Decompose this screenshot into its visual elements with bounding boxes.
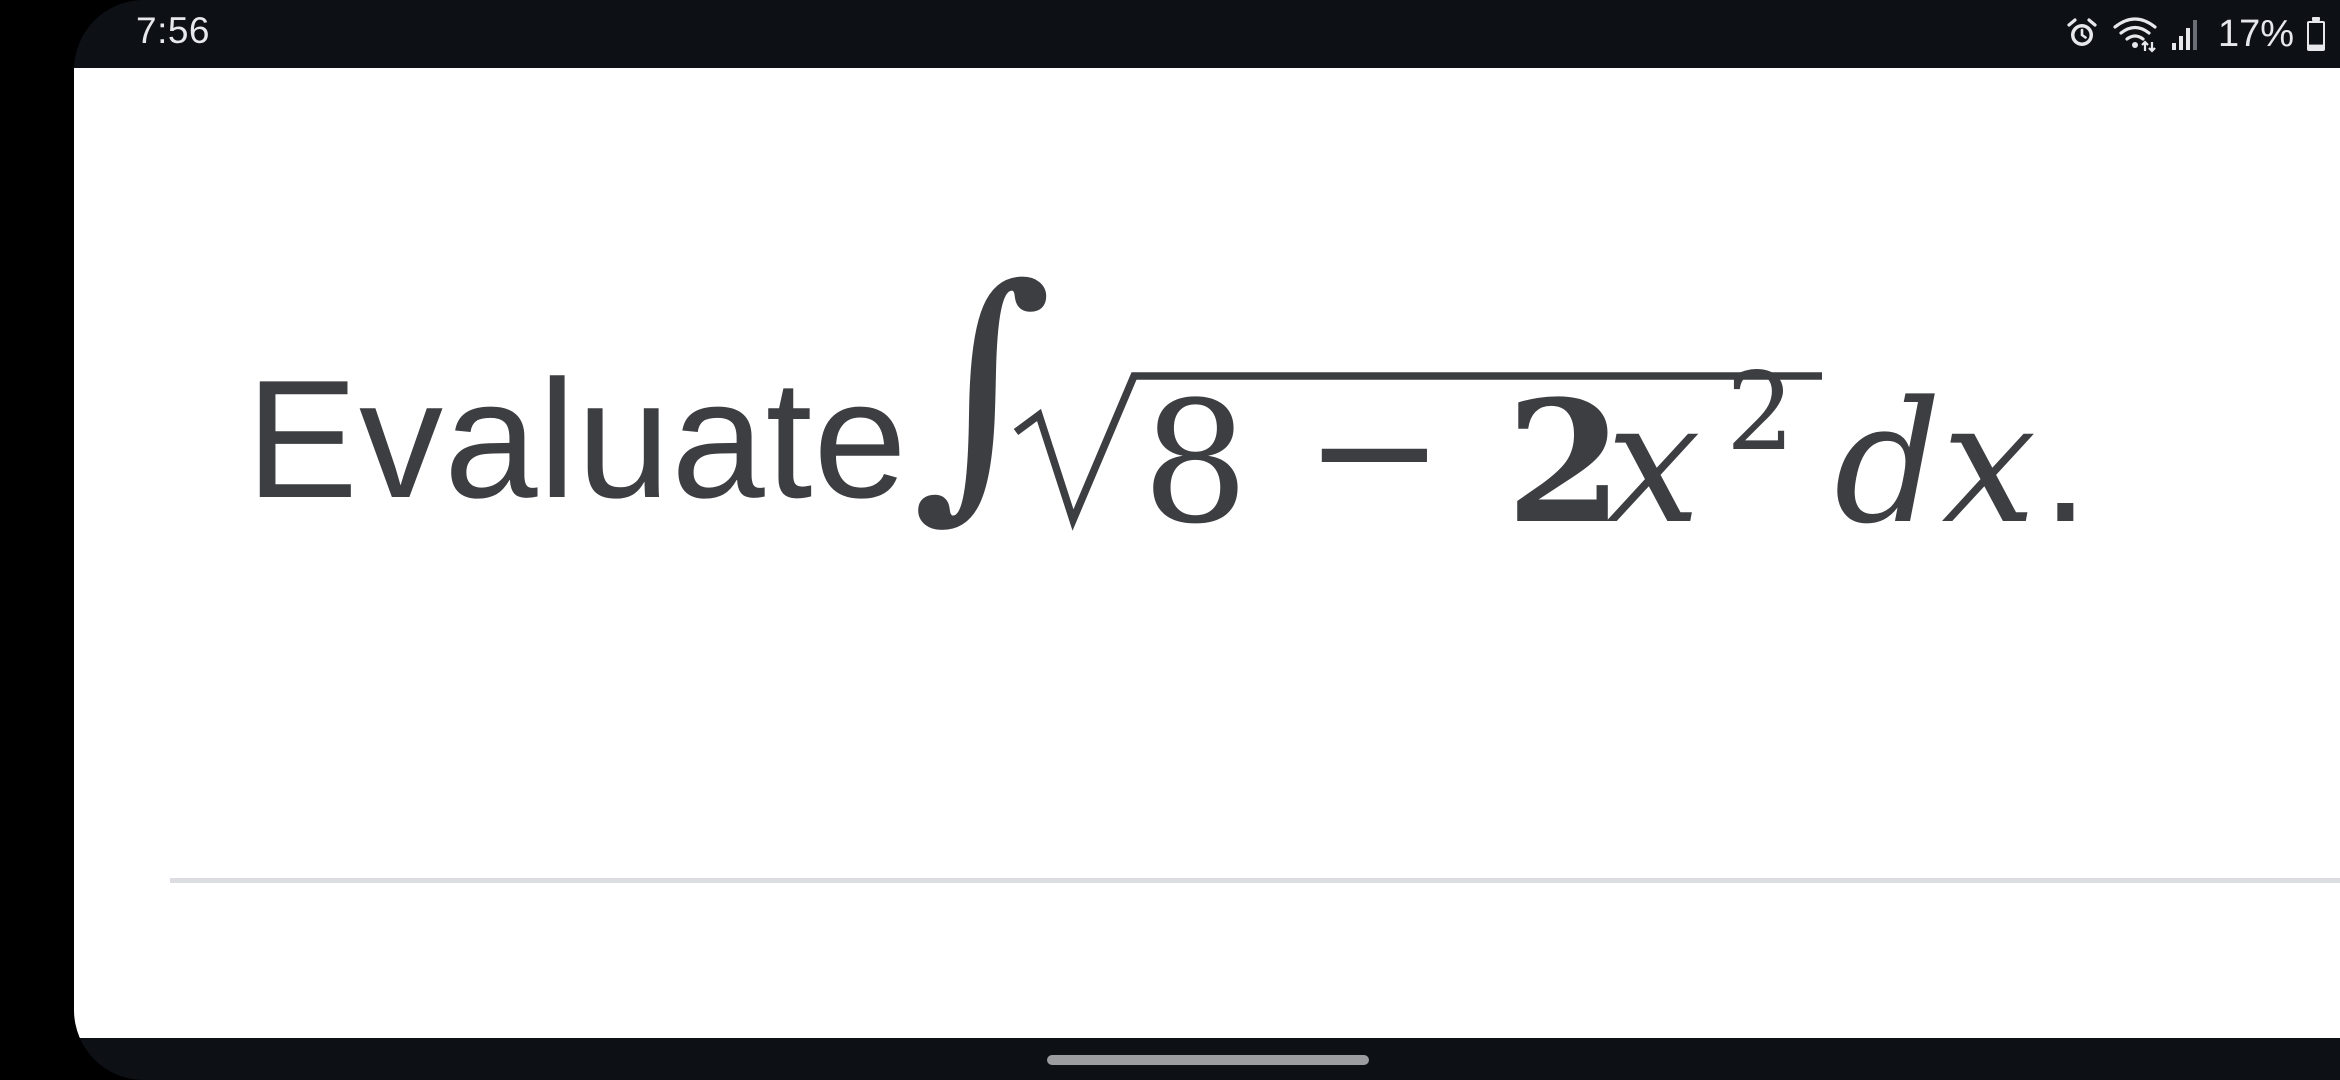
differential: dx: [1834, 365, 2036, 561]
exponent: 2: [1726, 350, 1795, 475]
home-gesture-handle[interactable]: [1047, 1055, 1369, 1065]
screen: 7:56 17% Evaluate ∫ 8 − 2 x 2 dx .: [0, 0, 2340, 1080]
radicand-constant: 8: [1142, 365, 1249, 561]
cell-signal-icon: [2170, 17, 2200, 51]
period: .: [2042, 369, 2089, 557]
app-window: 7:56 17% Evaluate ∫ 8 − 2 x 2 dx .: [74, 0, 2340, 1080]
status-bar: 7:56 17%: [74, 0, 2340, 68]
wifi-icon: [2112, 15, 2158, 53]
status-icons: 17%: [2064, 10, 2326, 58]
battery-icon: [2306, 16, 2326, 52]
question-text: Evaluate ∫ 8 − 2 x 2 dx .: [174, 263, 2274, 593]
divider: [170, 878, 2340, 883]
integral-expression: ∫ 8 − 2 x 2 dx .: [912, 263, 2089, 561]
navigation-bar: [74, 1038, 2340, 1080]
battery-percent: 17%: [2217, 12, 2294, 55]
alarm-icon: [2064, 16, 2100, 52]
question-content: Evaluate ∫ 8 − 2 x 2 dx .: [74, 68, 2340, 1038]
variable-x: x: [1606, 365, 1701, 561]
status-time: 7:56: [136, 10, 211, 51]
minus-sign: −: [1304, 352, 1445, 548]
integral-sign: ∫: [912, 263, 1053, 545]
